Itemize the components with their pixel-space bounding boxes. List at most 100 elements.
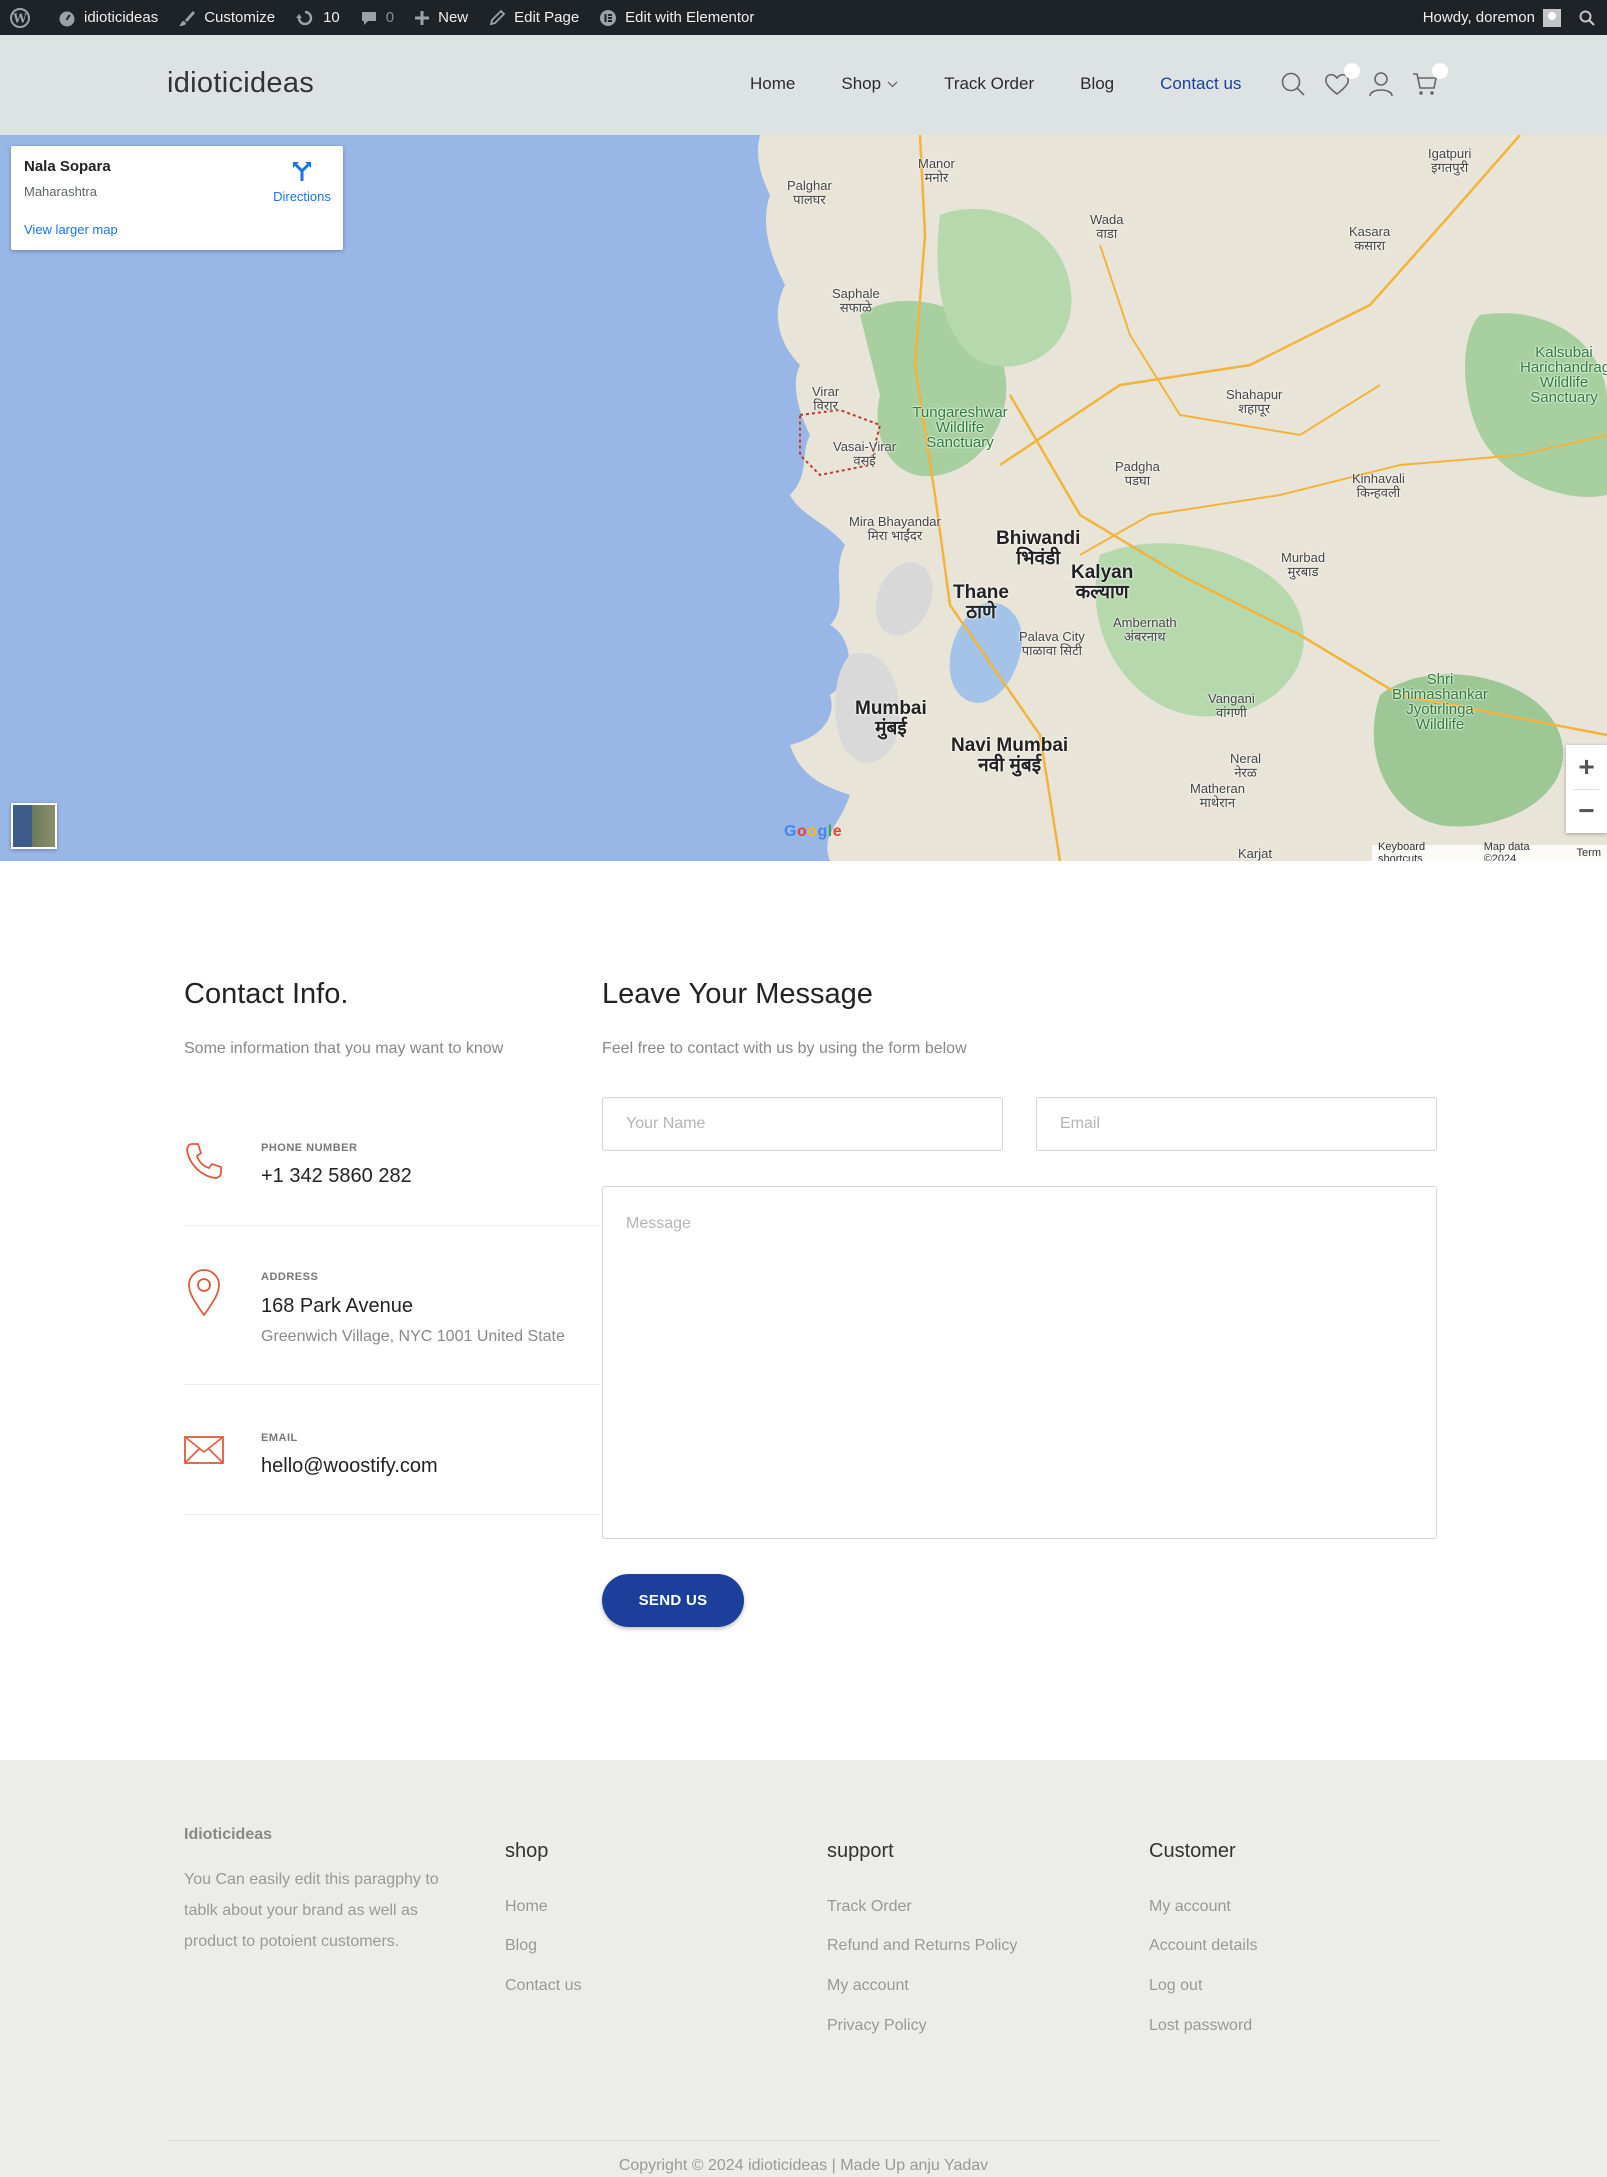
cart-icon[interactable]	[1412, 63, 1448, 97]
map-label-karjat: Karjat	[1238, 846, 1272, 861]
footer-support-link-my-account[interactable]: My account	[827, 1977, 909, 1995]
admin-site-link[interactable]: idioticideas	[48, 0, 168, 35]
admin-search-icon[interactable]	[1565, 0, 1607, 35]
map-label-kalyan-dev: कल्याण	[1075, 582, 1129, 603]
admin-howdy: Howdy, doremon	[1422, 9, 1535, 26]
map-label-igatpuri-dev: इगतपुरी	[1431, 160, 1469, 175]
email-value[interactable]: hello@woostify.com	[261, 1455, 438, 1478]
phone-value[interactable]: +1 342 5860 282	[261, 1165, 412, 1188]
message-textarea[interactable]	[602, 1186, 1437, 1539]
footer-brand-title: Idioticideas	[184, 1826, 273, 1843]
map-label-thane-dev: ठाणे	[966, 602, 996, 623]
map-label-vangani: Vangani	[1208, 691, 1255, 706]
footer-support-link-privacy[interactable]: Privacy Policy	[827, 2017, 927, 2035]
map-label-mumbai-dev: मुंबई	[875, 718, 907, 739]
dashboard-icon	[59, 11, 75, 26]
map-label-kalyan: Kalyan	[1071, 562, 1134, 583]
map-label-kasara: Kasara	[1349, 224, 1391, 239]
address-extra: Greenwich Village, NYC 1001 United State	[261, 1328, 565, 1345]
admin-customize-link[interactable]: Customize	[168, 0, 285, 35]
map-label-thane: Thane	[953, 582, 1009, 603]
wp-admin-bar: W idioticideas Customize 10 0 New Edit P…	[0, 0, 1607, 35]
footer-support-link-track-order[interactable]: Track Order	[827, 1898, 912, 1916]
svg-text:W: W	[12, 11, 27, 25]
map-label-vasai: Vasai-Virar	[833, 439, 897, 454]
map-label-bhimashankar: Shri Bhimashankar Jyotirlinga Wildlife	[1392, 671, 1488, 733]
map-label-palghar: Palghar	[787, 178, 832, 193]
address-info-row: ADDRESS 168 Park Avenue Greenwich Villag…	[184, 1260, 600, 1385]
contact-info-subtitle: Some information that you may want to kn…	[184, 1040, 504, 1057]
google-logo: Google	[784, 823, 843, 840]
map-label-ambernath-dev: अंबरनाथ	[1124, 629, 1166, 644]
map-label-virar-dev: विरार	[813, 398, 838, 413]
map-label-vangani-dev: वांगणी	[1216, 705, 1247, 720]
footer-customer-link-log-out[interactable]: Log out	[1149, 1977, 1202, 1995]
site-logo[interactable]: idioticideas	[167, 67, 314, 100]
map-label-igatpuri: Igatpuri	[1428, 146, 1472, 161]
nav-contact[interactable]: Contact us	[1160, 74, 1241, 94]
footer-shop-link-blog[interactable]: Blog	[505, 1937, 537, 1955]
admin-updates-link[interactable]: 10	[285, 0, 350, 35]
terms-link[interactable]: Term	[1577, 847, 1601, 859]
nav-blog[interactable]: Blog	[1080, 74, 1114, 94]
wordpress-logo-icon[interactable]: W	[0, 0, 48, 35]
map-label-matheran: Matheran	[1190, 781, 1245, 796]
nav-shop[interactable]: Shop	[841, 74, 898, 94]
map-label-manor: Manor	[918, 156, 955, 171]
pencil-icon	[489, 9, 506, 25]
admin-edit-page-label: Edit Page	[514, 9, 580, 26]
admin-account-link[interactable]: Howdy, doremon	[1413, 0, 1565, 35]
paintbrush-icon	[179, 10, 196, 26]
wishlist-heart-icon[interactable]	[1324, 63, 1360, 97]
email-input[interactable]	[1036, 1097, 1437, 1151]
footer-divider	[167, 2140, 1440, 2141]
footer-support-heading: support	[827, 1840, 894, 1862]
admin-comments-link[interactable]: 0	[350, 0, 404, 35]
nav-track-order[interactable]: Track Order	[944, 74, 1034, 94]
map-label-mumbai: Mumbai	[855, 698, 927, 719]
admin-new-link[interactable]: New	[404, 0, 478, 35]
zoom-in-button[interactable]: +	[1566, 745, 1607, 789]
admin-updates-count: 10	[323, 9, 340, 26]
footer-shop-heading: shop	[505, 1840, 549, 1862]
nav-home[interactable]: Home	[750, 74, 795, 94]
admin-elementor-link[interactable]: Edit with Elementor	[589, 0, 764, 35]
footer-customer-link-account-details[interactable]: Account details	[1149, 1937, 1258, 1955]
admin-comments-count: 0	[385, 9, 395, 26]
map-type-toggle[interactable]	[11, 803, 57, 849]
plus-icon	[415, 10, 430, 25]
map-label-saphale-dev: सफाळे	[839, 300, 872, 315]
map-label-palava: Palava City	[1019, 629, 1085, 644]
map-place-title: Nala Sopara	[24, 158, 111, 175]
search-icon[interactable]	[1280, 71, 1306, 97]
map-label-vasai-dev: वसई	[853, 453, 876, 468]
view-larger-map-link[interactable]: View larger map	[24, 222, 118, 237]
map-label-bhiwandi: Bhiwandi	[996, 528, 1081, 549]
keyboard-shortcuts-link[interactable]: Keyboard shortcuts	[1378, 841, 1470, 861]
send-button[interactable]: SEND US	[602, 1574, 744, 1627]
admin-edit-page-link[interactable]: Edit Page	[478, 0, 589, 35]
email-info-row: EMAIL hello@woostify.com	[184, 1420, 600, 1515]
map-label-kalsubai: Kalsubai Harichandragad Wildlife Sanctua…	[1520, 344, 1607, 406]
footer-shop-link-contact[interactable]: Contact us	[505, 1977, 581, 1995]
footer-shop-link-home[interactable]: Home	[505, 1898, 548, 1916]
phone-label: PHONE NUMBER	[261, 1142, 358, 1154]
address-label: ADDRESS	[261, 1271, 319, 1283]
account-user-icon[interactable]	[1368, 71, 1394, 97]
map-label-navi-mumbai-dev: नवी मुंबई	[978, 755, 1042, 776]
directions-label: Directions	[273, 189, 331, 204]
directions-button[interactable]: Directions	[262, 160, 342, 204]
wishlist-badge	[1344, 63, 1360, 79]
footer-support-link-refund[interactable]: Refund and Returns Policy	[827, 1937, 1017, 1955]
map-label-virar: Virar	[812, 384, 840, 399]
footer-customer-link-my-account[interactable]: My account	[1149, 1898, 1231, 1916]
email-label: EMAIL	[261, 1432, 298, 1444]
google-map[interactable]: Palghar पालघर Manor मनोर Wada वाडा Saphale स…	[0, 135, 1607, 861]
admin-site-name: idioticideas	[84, 9, 159, 26]
name-input[interactable]	[602, 1097, 1003, 1151]
nav-shop-label: Shop	[841, 74, 882, 93]
message-title: Leave Your Message	[602, 978, 873, 1010]
footer-customer-link-lost-password[interactable]: Lost password	[1149, 2017, 1252, 2035]
zoom-out-button[interactable]: −	[1566, 789, 1607, 833]
map-footer: Keyboard shortcuts Map data ©2024 Term	[1372, 841, 1607, 861]
